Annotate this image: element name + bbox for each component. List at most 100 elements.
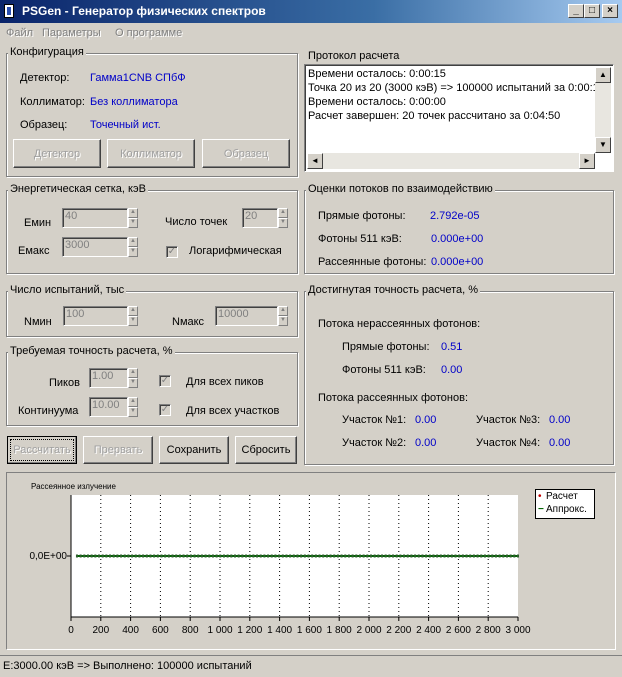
data-point [86, 554, 89, 558]
data-point [410, 554, 413, 558]
data-point [480, 554, 483, 558]
close-button[interactable]: × [602, 4, 618, 18]
detector-label: Детектор: [20, 72, 70, 84]
data-point [392, 554, 395, 558]
data-point [505, 554, 508, 558]
data-point [289, 554, 292, 558]
log-line: Точка 20 из 20 (3000 кэВ) => 100000 испы… [308, 82, 605, 94]
nmin-spinner[interactable]: ▲ ▼ [128, 306, 138, 326]
data-point [171, 554, 174, 558]
continuum-spinner[interactable]: ▲ ▼ [128, 397, 138, 417]
data-point [476, 554, 479, 558]
data-point [193, 554, 196, 558]
emax-input[interactable]: 3000 [62, 237, 128, 257]
x-tick-label: 1 200 [237, 625, 262, 636]
emin-input[interactable]: 40 [62, 208, 128, 228]
data-point [219, 554, 222, 558]
emax-label: Емакс [18, 245, 50, 257]
data-point [498, 554, 501, 558]
flux-scatter-label: Рассеянные фотоны: [318, 256, 427, 268]
scroll-up-icon[interactable]: ▲ [595, 67, 611, 83]
data-point [109, 554, 112, 558]
x-tick-label: 800 [182, 625, 199, 636]
data-point [469, 554, 472, 558]
app-icon[interactable] [4, 4, 14, 18]
data-point [355, 554, 358, 558]
chart-legend: • Расчет − Аппрокс. [535, 489, 595, 519]
collimator-label: Коллиматор: [20, 96, 85, 108]
maximize-button[interactable]: □ [584, 4, 600, 18]
data-point [123, 554, 126, 558]
all-peaks-checkbox[interactable]: ✓ [159, 375, 171, 387]
nmax-input[interactable]: 10000 [215, 306, 278, 326]
data-point [120, 554, 123, 558]
stop-button[interactable]: Прервать [83, 436, 153, 464]
data-point [105, 554, 108, 558]
data-point [421, 554, 424, 558]
points-input[interactable]: 20 [242, 208, 278, 228]
nmin-input[interactable]: 100 [63, 306, 128, 326]
prec-511-value: 0.00 [441, 364, 463, 376]
section4-value: 0.00 [549, 437, 571, 449]
unscattered-label: Потока нерассеянных фотонов: [318, 318, 481, 330]
scattered-label: Потока рассеянных фотонов: [318, 392, 469, 404]
title-bar: PSGen - Генератор физических спектров _ … [0, 0, 622, 23]
points-spinner[interactable]: ▲ ▼ [278, 208, 288, 228]
x-tick-label: 1 000 [207, 625, 232, 636]
data-point [384, 554, 387, 558]
save-button[interactable]: Сохранить [159, 436, 229, 464]
data-point [131, 554, 134, 558]
scroll-left-icon[interactable]: ◄ [307, 153, 323, 169]
nmax-spinner[interactable]: ▲ ▼ [278, 306, 288, 326]
points-label: Число точек [165, 216, 228, 228]
emax-spinner[interactable]: ▲ ▼ [128, 237, 138, 257]
data-point [256, 554, 259, 558]
collimator-button[interactable]: Коллиматор [107, 139, 195, 168]
all-parts-checkbox[interactable]: ✓ [159, 404, 171, 416]
data-point [112, 554, 115, 558]
peaks-spinner[interactable]: ▲ ▼ [128, 368, 138, 388]
log-scale-checkbox[interactable]: ✓ [166, 246, 178, 258]
data-point [278, 554, 281, 558]
peaks-label: Пиков [49, 377, 80, 389]
data-point [303, 554, 306, 558]
data-point [351, 554, 354, 558]
data-point [458, 554, 461, 558]
emin-spinner[interactable]: ▲ ▼ [128, 208, 138, 228]
continuum-input[interactable]: 10.00 [89, 397, 128, 417]
reset-button[interactable]: Сбросить [235, 436, 297, 464]
data-point [414, 554, 417, 558]
emin-label: Емин [24, 217, 52, 229]
data-point [325, 554, 328, 558]
scroll-right-icon[interactable]: ► [579, 153, 595, 169]
sample-button[interactable]: Образец [202, 139, 290, 168]
log-memo[interactable]: Времени осталось: 0:00:15 Точка 20 из 20… [304, 64, 614, 172]
x-tick-label: 2 600 [446, 625, 471, 636]
sample-value: Точечный ист. [90, 119, 161, 131]
flux-direct-label: Прямые фотоны: [318, 210, 406, 222]
data-point [447, 554, 450, 558]
all-peaks-label: Для всех пиков [186, 376, 264, 388]
calculate-button[interactable]: Рассчитать [7, 436, 77, 464]
log-hscrollbar[interactable] [307, 153, 595, 169]
flux-511-value: 0.000e+00 [431, 233, 484, 245]
menu-file[interactable]: Файл [6, 27, 33, 39]
data-point [116, 554, 119, 558]
data-point [465, 554, 468, 558]
log-line: Времени осталось: 0:00:00 [308, 96, 446, 108]
flux-511-label: Фотоны 511 кэВ: [318, 233, 402, 245]
data-point [454, 554, 457, 558]
minimize-button[interactable]: _ [568, 4, 584, 18]
menu-about[interactable]: О программе [115, 27, 182, 39]
data-point [94, 554, 97, 558]
scroll-down-icon[interactable]: ▼ [595, 137, 611, 153]
detector-button[interactable]: Детектор [13, 139, 101, 168]
section3-value: 0.00 [549, 414, 571, 426]
peaks-input[interactable]: 1.00 [89, 368, 128, 388]
menu-parameters[interactable]: Параметры [42, 27, 101, 39]
section4-label: Участок №4: [476, 437, 541, 449]
x-tick-label: 600 [152, 625, 169, 636]
data-point [307, 554, 310, 558]
data-point [403, 554, 406, 558]
status-text: E:3000.00 кэВ => Выполнено: 100000 испыт… [3, 660, 252, 672]
